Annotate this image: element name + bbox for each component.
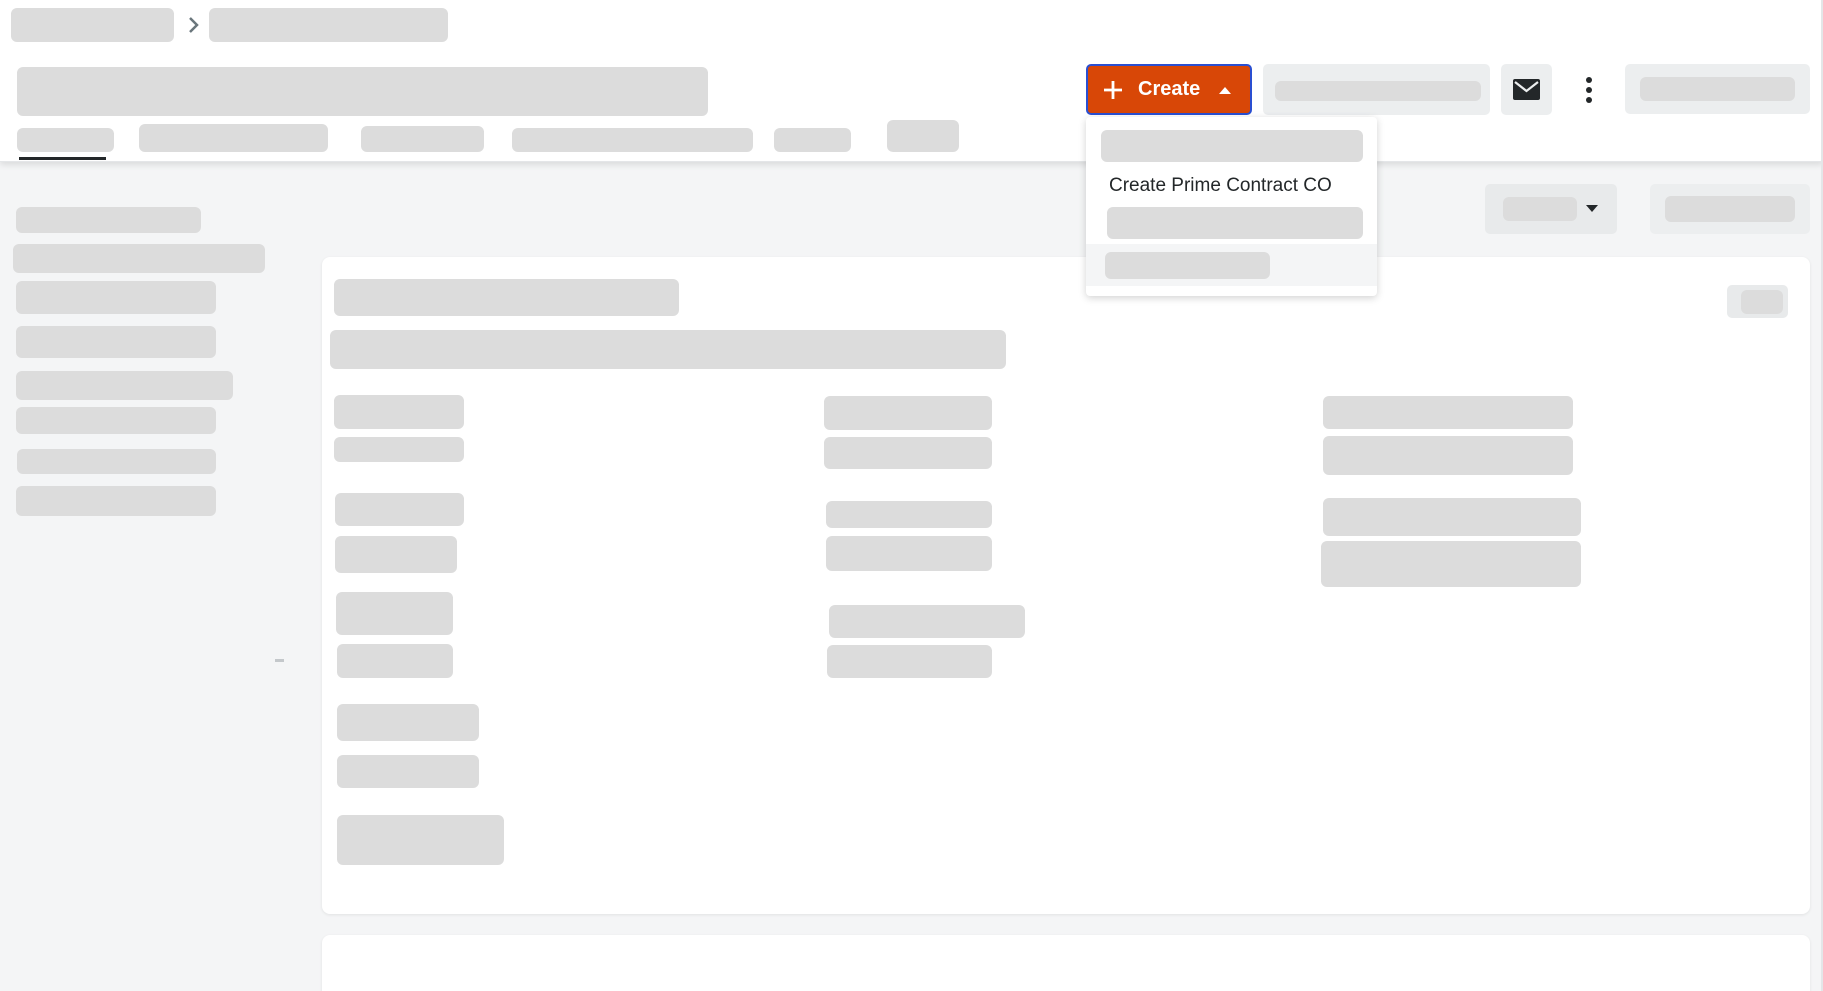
field-label: [824, 396, 992, 430]
view-select-label: [1503, 197, 1577, 221]
envelope-icon: [1513, 79, 1540, 100]
caret-down-icon: [1586, 205, 1598, 212]
card-title: [334, 279, 679, 316]
field-label: [1323, 396, 1573, 429]
more-options-button[interactable]: [1576, 64, 1602, 115]
tab-3[interactable]: [361, 126, 484, 152]
sidebar-item[interactable]: [16, 486, 216, 516]
breadcrumb-item-1[interactable]: [11, 8, 174, 42]
sidebar-resize-handle[interactable]: [275, 659, 284, 662]
field-value: [1323, 436, 1573, 475]
create-dropdown-menu: Create Prime Contract CO: [1086, 117, 1377, 296]
card-edit-label: [1741, 290, 1783, 314]
field-value: [337, 755, 479, 788]
field-value: [826, 536, 992, 571]
field-label: [335, 493, 464, 526]
sidebar-item[interactable]: [16, 207, 201, 233]
email-button[interactable]: [1501, 64, 1552, 115]
breadcrumb-item-2[interactable]: [209, 8, 448, 42]
card-subtitle: [330, 330, 1006, 369]
field-value: [335, 536, 457, 573]
create-menu-item-1[interactable]: [1101, 130, 1363, 162]
sidebar-item[interactable]: [16, 281, 216, 314]
secondary-card: [322, 935, 1810, 991]
sidebar-item[interactable]: [16, 371, 233, 400]
field-value: [334, 437, 464, 462]
tab-6[interactable]: [887, 120, 959, 152]
tab-5[interactable]: [774, 128, 851, 152]
page-header: Create: [0, 0, 1823, 162]
sidebar-item[interactable]: [17, 449, 216, 474]
toolbar-action-button[interactable]: [1650, 184, 1810, 234]
card-edit-button[interactable]: [1727, 285, 1788, 318]
field-label: [336, 592, 453, 635]
kebab-vertical-icon: [1586, 76, 1592, 103]
plus-icon: [1104, 80, 1122, 99]
page-title: [17, 67, 708, 116]
field-label: [334, 395, 464, 429]
field-value: [827, 645, 992, 678]
chevron-right-icon: [189, 17, 199, 33]
sidebar-item[interactable]: [13, 244, 265, 273]
create-button[interactable]: Create: [1086, 64, 1252, 115]
toolbar-action-label: [1665, 196, 1795, 222]
field-value: [824, 437, 992, 469]
sidebar-item[interactable]: [16, 407, 216, 434]
field-label: [1323, 498, 1581, 536]
view-select-button[interactable]: [1485, 184, 1617, 234]
create-menu-item-prime-contract-co[interactable]: Create Prime Contract CO: [1109, 175, 1332, 197]
tab-2[interactable]: [139, 124, 328, 152]
create-button-label: Create: [1138, 78, 1201, 100]
create-menu-item-4[interactable]: [1105, 252, 1270, 279]
field-value: [337, 815, 504, 865]
sidebar-item[interactable]: [16, 326, 216, 358]
create-menu-item-3[interactable]: [1107, 207, 1363, 239]
caret-up-icon: [1219, 86, 1232, 94]
tab-4[interactable]: [512, 128, 753, 152]
field-value: [337, 644, 453, 678]
tab-1[interactable]: [17, 128, 114, 152]
field-label: [829, 605, 1025, 638]
field-value: [1321, 541, 1581, 587]
field-label: [337, 704, 479, 741]
field-label: [826, 501, 992, 528]
secondary-action-label: [1275, 81, 1481, 101]
active-tab-indicator: [19, 157, 106, 160]
secondary-action-button[interactable]: [1263, 64, 1490, 115]
export-button[interactable]: [1625, 64, 1810, 114]
export-button-label: [1640, 77, 1795, 101]
